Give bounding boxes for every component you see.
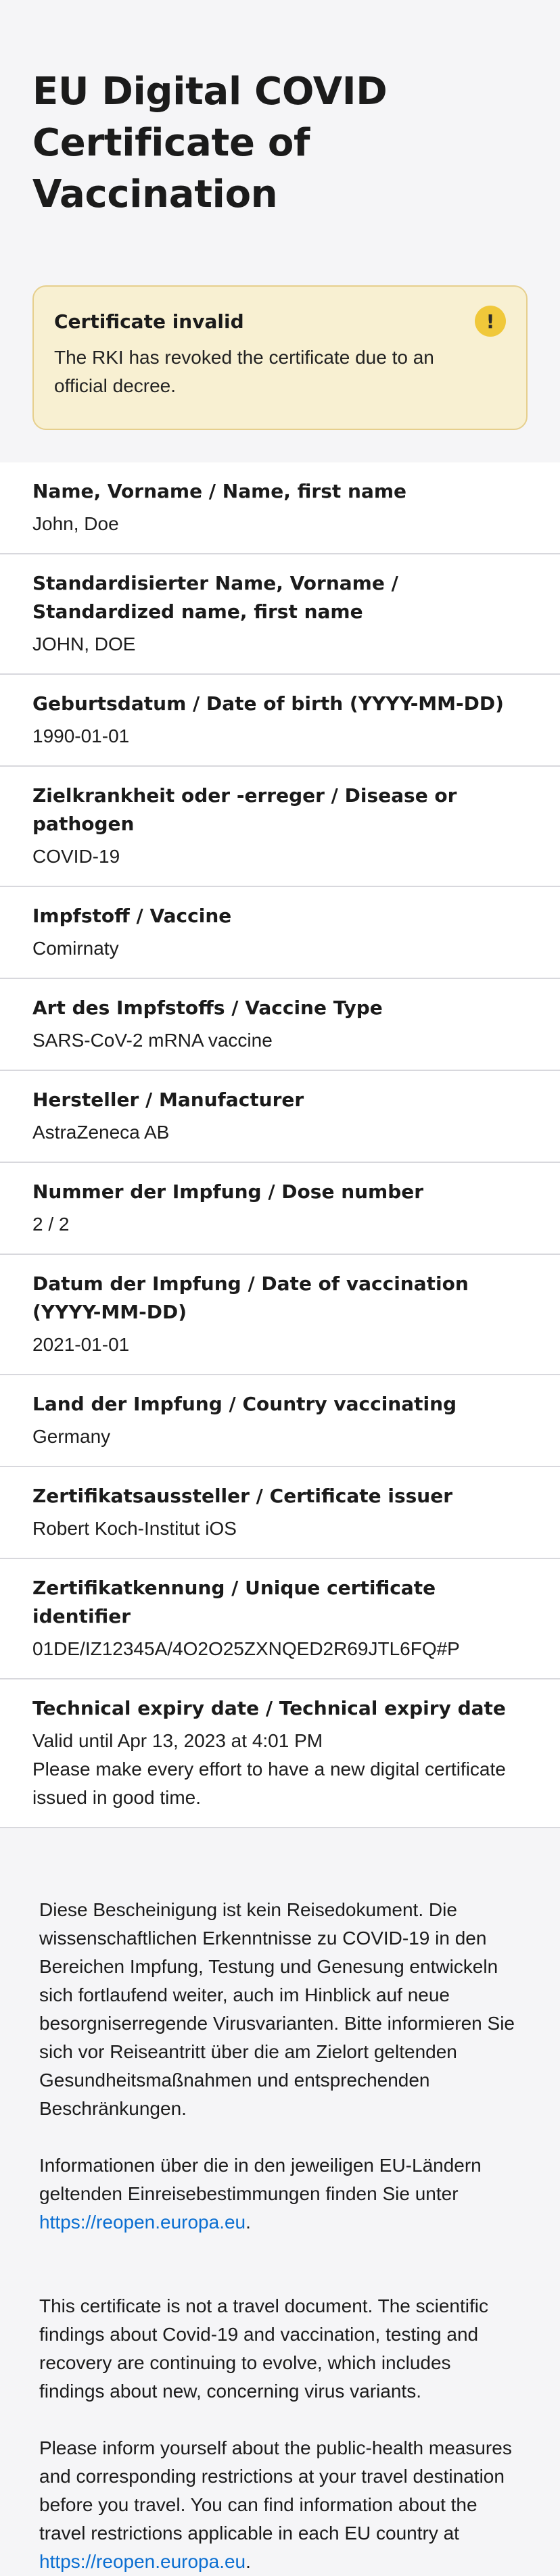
disclaimer-text: Informationen über die in den jeweiligen… — [39, 2155, 482, 2204]
disclaimer-de-paragraph-2: Informationen über die in den jeweiligen… — [39, 2151, 521, 2237]
field-value: 2021-01-01 — [32, 1334, 130, 1355]
field-row-dose-number: Nummer der Impfung / Dose number 2 / 2 — [0, 1163, 560, 1255]
field-label: Zertifikatsaussteller / Certificate issu… — [32, 1485, 453, 1507]
field-label: Land der Impfung / Country vaccinating — [32, 1393, 457, 1415]
field-label: Nummer der Impfung / Dose number — [32, 1180, 424, 1203]
field-label: Name, Vorname / Name, first name — [32, 480, 407, 502]
exclamation-icon: ! — [475, 306, 506, 337]
field-label: Hersteller / Manufacturer — [32, 1089, 304, 1111]
field-row-date-of-birth: Geburtsdatum / Date of birth (YYYY-MM-DD… — [0, 675, 560, 767]
field-row-standardized-name: Standardisierter Name, Vorname / Standar… — [0, 554, 560, 675]
field-value: AstraZeneca AB — [32, 1122, 170, 1143]
field-row-issuer: Zertifikatsaussteller / Certificate issu… — [0, 1467, 560, 1559]
field-value: Comirnaty — [32, 938, 119, 959]
field-value: John, Doe — [32, 513, 119, 534]
field-label: Technical expiry date / Technical expiry… — [32, 1697, 506, 1719]
field-row-manufacturer: Hersteller / Manufacturer AstraZeneca AB — [0, 1071, 560, 1163]
field-row-certificate-id: Zertifikatkennung / Unique certificate i… — [0, 1559, 560, 1679]
field-row-vaccine-type: Art des Impfstoffs / Vaccine Type SARS-C… — [0, 979, 560, 1071]
field-value: Robert Koch-Institut iOS — [32, 1518, 237, 1539]
field-label: Zielkrankheit oder -erreger / Disease or… — [32, 784, 457, 835]
disclaimer-section: Diese Bescheinigung ist kein Reisedokume… — [0, 1828, 560, 2576]
disclaimer-text: . — [246, 2551, 251, 2572]
alert-title: Certificate invalid — [54, 310, 244, 333]
page-title: EU Digital COVID Certificate of Vaccinat… — [32, 70, 388, 216]
field-label: Art des Impfstoffs / Vaccine Type — [32, 997, 383, 1019]
field-label: Impfstoff / Vaccine — [32, 905, 232, 927]
field-label: Zertifikatkennung / Unique certificate i… — [32, 1577, 436, 1627]
field-row-country: Land der Impfung / Country vaccinating G… — [0, 1375, 560, 1467]
field-value: 1990-01-01 — [32, 725, 130, 746]
certificate-fields-list: Name, Vorname / Name, first name John, D… — [0, 462, 560, 1828]
disclaimer-en-paragraph-1: This certificate is not a travel documen… — [39, 2295, 488, 2402]
reopen-europa-link[interactable]: https://reopen.europa.eu — [39, 2212, 246, 2233]
field-label: Datum der Impfung / Date of vaccination … — [32, 1272, 469, 1323]
field-label: Geburtsdatum / Date of birth (YYYY-MM-DD… — [32, 692, 504, 715]
alert-message: The RKI has revoked the certificate due … — [54, 347, 434, 396]
field-row-vaccination-date: Datum der Impfung / Date of vaccination … — [0, 1255, 560, 1375]
field-row-name: Name, Vorname / Name, first name John, D… — [0, 462, 560, 554]
reopen-europa-link[interactable]: https://reopen.europa.eu — [39, 2551, 246, 2572]
disclaimer-de-paragraph-1: Diese Bescheinigung ist kein Reisedokume… — [39, 1899, 515, 2119]
field-value: COVID-19 — [32, 846, 120, 867]
certificate-detail-screen: EU Digital COVID Certificate of Vaccinat… — [0, 0, 560, 2572]
disclaimer-text: . — [246, 2212, 251, 2233]
field-value: Germany — [32, 1426, 111, 1447]
field-row-disease: Zielkrankheit oder -erreger / Disease or… — [0, 767, 560, 887]
field-row-technical-expiry: Technical expiry date / Technical expiry… — [0, 1679, 560, 1828]
field-value: SARS-CoV-2 mRNA vaccine — [32, 1030, 273, 1051]
field-value: 01DE/IZ12345A/4O2O25ZXNQED2R69JTL6FQ#P — [32, 1638, 460, 1659]
field-value: 2 / 2 — [32, 1214, 70, 1235]
field-row-vaccine: Impfstoff / Vaccine Comirnaty — [0, 887, 560, 979]
disclaimer-en-paragraph-2: Please inform yourself about the public-… — [39, 2434, 521, 2576]
invalid-certificate-alert: Certificate invalid The RKI has revoked … — [32, 285, 528, 430]
field-value: Valid until Apr 13, 2023 at 4:01 PM Plea… — [32, 1730, 506, 1808]
field-label: Standardisierter Name, Vorname / Standar… — [32, 572, 398, 623]
disclaimer-text: Please inform yourself about the public-… — [39, 2437, 512, 2544]
field-value: JOHN, DOE — [32, 634, 136, 654]
